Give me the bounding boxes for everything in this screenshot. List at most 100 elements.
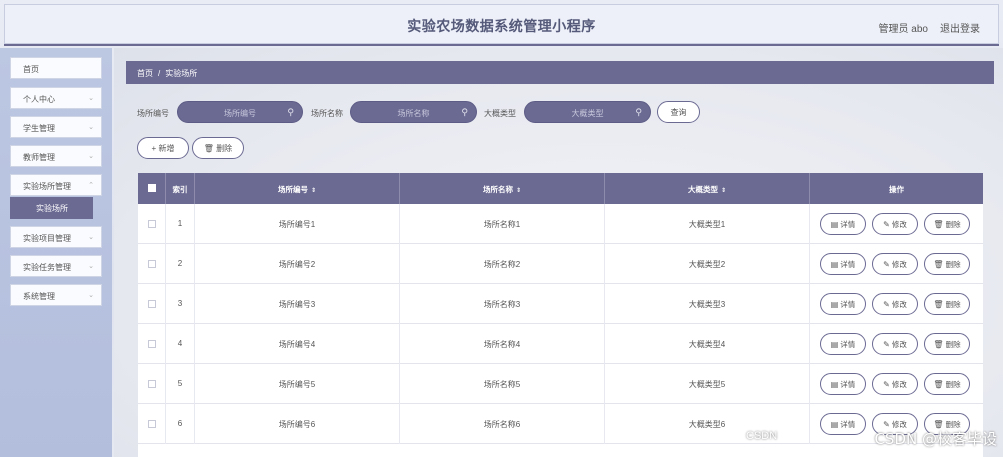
detail-button[interactable]: ▤ 详情 [820, 253, 866, 275]
table-row: 5 场所编号5 场所名称5 大概类型5 ▤ 详情 ✎ 修改 🗑 删除 [138, 364, 983, 404]
pencil-icon: ✎ [883, 260, 890, 269]
detail-button[interactable]: ▤ 详情 [820, 373, 866, 395]
sidebar-item-label: 实验场所管理 [23, 182, 71, 191]
delete-button[interactable]: 🗑 删除 [924, 293, 970, 315]
trash-icon: 🗑 [933, 340, 944, 349]
breadcrumb-home[interactable]: 首页 [137, 69, 153, 78]
cell-ops: ▤ 详情 ✎ 修改 🗑 删除 [810, 244, 983, 284]
detail-button[interactable]: ▤ 详情 [820, 213, 866, 235]
row-checkbox[interactable] [148, 340, 156, 348]
cell-type: 大概类型3 [605, 284, 810, 324]
cell-code: 场所编号6 [195, 404, 400, 444]
table-header: 索引 场所编号 ⇕ 场所名称 ⇕ 大概类型 ⇕ 操作 [138, 173, 983, 204]
cell-ops: ▤ 详情 ✎ 修改 🗑 删除 [810, 324, 983, 364]
sidebar-item-tasks[interactable]: 实验任务管理 ⌄ [10, 255, 102, 277]
top-header: 实验农场数据系统管理小程序 管理员 abo 退出登录 [4, 4, 999, 44]
edit-button[interactable]: ✎ 修改 [872, 333, 918, 355]
detail-button-label: 详情 [840, 420, 856, 429]
cell-type: 大概类型1 [605, 204, 810, 244]
delete-button[interactable]: 🗑 删除 [924, 213, 970, 235]
sidebar-item-label: 实验任务管理 [23, 263, 71, 272]
search-label-name: 场所名称 [311, 109, 343, 118]
chevron-up-icon: ⌃ [88, 182, 94, 189]
edit-button[interactable]: ✎ 修改 [872, 293, 918, 315]
delete-button[interactable]: 🗑 删除 [924, 333, 970, 355]
sidebar-item-label: 个人中心 [23, 95, 55, 104]
row-checkbox[interactable] [148, 220, 156, 228]
chevron-down-icon: ⌄ [88, 124, 94, 131]
row-checkbox[interactable] [148, 260, 156, 268]
trash-icon: 🗑 [933, 220, 944, 229]
watermark-small: CSDN [746, 430, 778, 442]
cell-ops: ▤ 详情 ✎ 修改 🗑 删除 [810, 364, 983, 404]
document-icon: ▤ [830, 380, 839, 389]
cell-select [138, 244, 166, 284]
sidebar-item-venues[interactable]: 实验场所管理 ⌃ [10, 174, 102, 196]
sidebar-item-home[interactable]: 首页 [10, 57, 102, 79]
table-row: 1 场所编号1 场所名称1 大概类型1 ▤ 详情 ✎ 修改 🗑 删除 [138, 204, 983, 244]
cell-code: 场所编号3 [195, 284, 400, 324]
detail-button[interactable]: ▤ 详情 [820, 333, 866, 355]
sort-icon: ⇕ [515, 188, 522, 194]
cell-name: 场所名称5 [400, 364, 605, 404]
pencil-icon: ✎ [883, 300, 890, 309]
delete-button[interactable]: 🗑 删除 [924, 373, 970, 395]
edit-button-label: 修改 [891, 260, 907, 269]
detail-button[interactable]: ▤ 详情 [820, 293, 866, 315]
sidebar-subitem-venues[interactable]: 实验场所 [10, 197, 93, 219]
sidebar-item-students[interactable]: 学生管理 ⌄ [10, 116, 102, 138]
header-select [138, 173, 166, 204]
edit-button-label: 修改 [891, 340, 907, 349]
header-name[interactable]: 场所名称 ⇕ [400, 173, 605, 204]
sidebar-item-teachers[interactable]: 教师管理 ⌄ [10, 145, 102, 167]
cell-code: 场所编号2 [195, 244, 400, 284]
header-code[interactable]: 场所编号 ⇕ [195, 173, 400, 204]
cell-code: 场所编号5 [195, 364, 400, 404]
add-button[interactable]: + 新增 [137, 137, 189, 159]
cell-index: 6 [166, 404, 195, 444]
cell-ops: ▤ 详情 ✎ 修改 🗑 删除 [810, 204, 983, 244]
chevron-down-icon: ⌄ [88, 234, 94, 241]
table-row: 4 场所编号4 场所名称4 大概类型4 ▤ 详情 ✎ 修改 🗑 删除 [138, 324, 983, 364]
sidebar-item-label: 首页 [23, 65, 39, 74]
sidebar-item-profile[interactable]: 个人中心 ⌄ [10, 87, 102, 109]
cell-name: 场所名称2 [400, 244, 605, 284]
row-checkbox[interactable] [148, 420, 156, 428]
edit-button[interactable]: ✎ 修改 [872, 253, 918, 275]
cell-index: 5 [166, 364, 195, 404]
logout-link[interactable]: 退出登录 [940, 20, 980, 35]
search-icon: ⚲ [461, 107, 468, 117]
edit-button[interactable]: ✎ 修改 [872, 213, 918, 235]
header-type-label: 大概类型 [687, 185, 718, 194]
detail-button[interactable]: ▤ 详情 [820, 413, 866, 435]
search-label-code: 场所编号 [137, 109, 169, 118]
detail-button-label: 详情 [840, 300, 856, 309]
chevron-down-icon: ⌄ [88, 263, 94, 270]
search-label-type: 大概类型 [484, 109, 516, 118]
row-checkbox[interactable] [148, 300, 156, 308]
header-type[interactable]: 大概类型 ⇕ [605, 173, 810, 204]
search-input-name[interactable]: 场所名称 ⚲ [350, 101, 477, 123]
search-input-type[interactable]: 大概类型 ⚲ [524, 101, 651, 123]
search-placeholder: 大概类型 [571, 109, 604, 118]
select-all-checkbox[interactable] [148, 184, 156, 192]
sidebar-item-label: 学生管理 [23, 124, 55, 133]
edit-button-label: 修改 [891, 220, 907, 229]
sidebar-item-label: 实验项目管理 [23, 234, 71, 243]
cell-type: 大概类型4 [605, 324, 810, 364]
edit-button[interactable]: ✎ 修改 [872, 373, 918, 395]
search-button[interactable]: 查询 [657, 101, 700, 123]
edit-button-label: 修改 [891, 380, 907, 389]
app-title: 实验农场数据系统管理小程序 [407, 18, 596, 34]
cell-index: 3 [166, 284, 195, 324]
bulk-delete-button[interactable]: 🗑 删除 [192, 137, 244, 159]
row-checkbox[interactable] [148, 380, 156, 388]
delete-button[interactable]: 🗑 删除 [924, 253, 970, 275]
pencil-icon: ✎ [883, 340, 890, 349]
header-name-label: 场所名称 [482, 185, 513, 194]
search-input-code[interactable]: 场所编号 ⚲ [177, 101, 303, 123]
cell-index: 1 [166, 204, 195, 244]
sidebar-item-system[interactable]: 系统管理 ⌄ [10, 284, 102, 306]
sidebar-item-projects[interactable]: 实验项目管理 ⌄ [10, 226, 102, 248]
cell-select [138, 404, 166, 444]
